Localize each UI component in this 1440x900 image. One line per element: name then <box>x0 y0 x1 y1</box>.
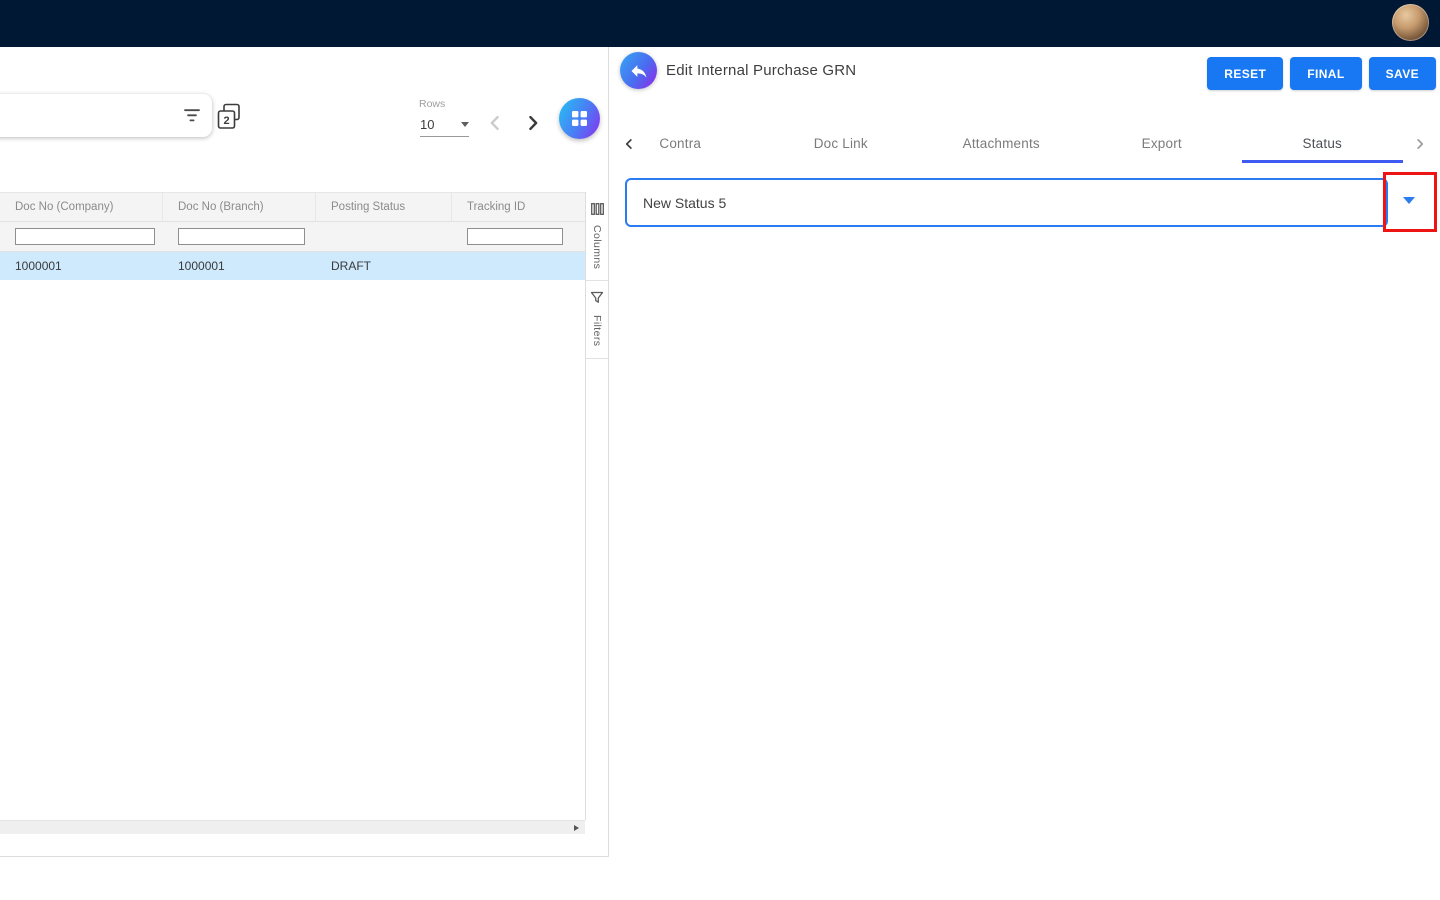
filter-cell-posting-status <box>316 222 452 251</box>
documents-grid-panel: 2 Rows 10 <box>0 47 609 857</box>
tab-export[interactable]: Export <box>1082 125 1243 163</box>
duplicate-view-count: 2 <box>223 115 229 127</box>
action-buttons: RESET FINAL SAVE <box>1207 57 1436 90</box>
previous-page-button[interactable] <box>482 110 508 136</box>
horizontal-scrollbar[interactable] <box>0 820 585 834</box>
detail-tabbar: Contra Doc Link Attachments Export Statu… <box>609 125 1440 163</box>
tabs-scroll-right-icon[interactable] <box>1410 134 1430 154</box>
topbar <box>0 0 1440 47</box>
column-header-tracking-id[interactable]: Tracking ID <box>452 193 585 221</box>
columns-tool[interactable]: Columns <box>586 192 608 281</box>
search-card <box>0 94 212 137</box>
column-header-doc-no-branch[interactable]: Doc No (Branch) <box>163 193 316 221</box>
filter-cell-doc-no-company <box>0 222 163 251</box>
back-button[interactable] <box>620 52 657 89</box>
tab-doc-link[interactable]: Doc Link <box>761 125 922 163</box>
filters-icon <box>590 291 604 310</box>
tab-attachments[interactable]: Attachments <box>921 125 1082 163</box>
rows-per-page-select[interactable]: 10 <box>420 113 469 137</box>
rows-per-page-value: 10 <box>420 117 434 132</box>
save-button[interactable]: SAVE <box>1369 57 1436 90</box>
grid-view-icon <box>571 110 588 127</box>
cell-doc-no-company: 1000001 <box>0 252 163 280</box>
filters-tool-label: Filters <box>591 315 603 346</box>
documents-table: Doc No (Company) Doc No (Branch) Posting… <box>0 192 585 280</box>
next-page-button[interactable] <box>520 110 546 136</box>
search-input[interactable] <box>8 94 184 137</box>
tabs-scroll-left-icon[interactable] <box>619 134 639 154</box>
column-header-doc-no-company[interactable]: Doc No (Company) <box>0 193 163 221</box>
status-select[interactable]: New Status 5 <box>625 178 1388 227</box>
tabs-row: Contra Doc Link Attachments Export Statu… <box>609 125 1403 163</box>
tab-status[interactable]: Status <box>1242 125 1403 163</box>
back-icon <box>629 61 649 81</box>
filter-input-doc-no-company[interactable] <box>15 228 155 245</box>
table-row-selected[interactable]: 1000001 1000001 DRAFT <box>0 252 585 280</box>
filter-cell-tracking-id <box>452 222 585 251</box>
app-screen: 2 Rows 10 <box>0 0 1440 900</box>
rows-caret-icon <box>461 122 469 127</box>
edit-grn-panel: Edit Internal Purchase GRN RESET FINAL S… <box>609 47 1440 857</box>
tabs-viewport: Contra Doc Link Attachments Export Statu… <box>609 125 1440 163</box>
grid-side-toolbar: Columns Filters <box>585 192 608 820</box>
columns-tool-label: Columns <box>591 225 603 269</box>
rows-per-page-label: Rows <box>419 98 445 110</box>
page-title: Edit Internal Purchase GRN <box>666 62 856 79</box>
user-avatar[interactable] <box>1392 4 1429 41</box>
status-select-value: New Status 5 <box>643 195 726 211</box>
cell-posting-status: DRAFT <box>316 252 452 280</box>
filter-cell-doc-no-branch <box>163 222 316 251</box>
scroll-right-icon[interactable] <box>574 825 579 831</box>
filter-input-tracking-id[interactable] <box>467 228 563 245</box>
grid-view-button[interactable] <box>559 98 600 139</box>
filter-list-icon[interactable] <box>183 108 201 123</box>
table-filter-row <box>0 222 585 252</box>
columns-icon <box>591 202 604 220</box>
filter-input-doc-no-branch[interactable] <box>178 228 305 245</box>
reset-button[interactable]: RESET <box>1207 57 1283 90</box>
cell-tracking-id <box>452 252 585 280</box>
table-header-row: Doc No (Company) Doc No (Branch) Posting… <box>0 192 585 222</box>
column-header-posting-status[interactable]: Posting Status <box>316 193 452 221</box>
duplicate-view-icon[interactable]: 2 <box>217 103 241 130</box>
cell-doc-no-branch: 1000001 <box>163 252 316 280</box>
filters-tool[interactable]: Filters <box>586 281 608 358</box>
status-dropdown-arrow-icon[interactable] <box>1403 197 1415 204</box>
final-button[interactable]: FINAL <box>1290 57 1361 90</box>
